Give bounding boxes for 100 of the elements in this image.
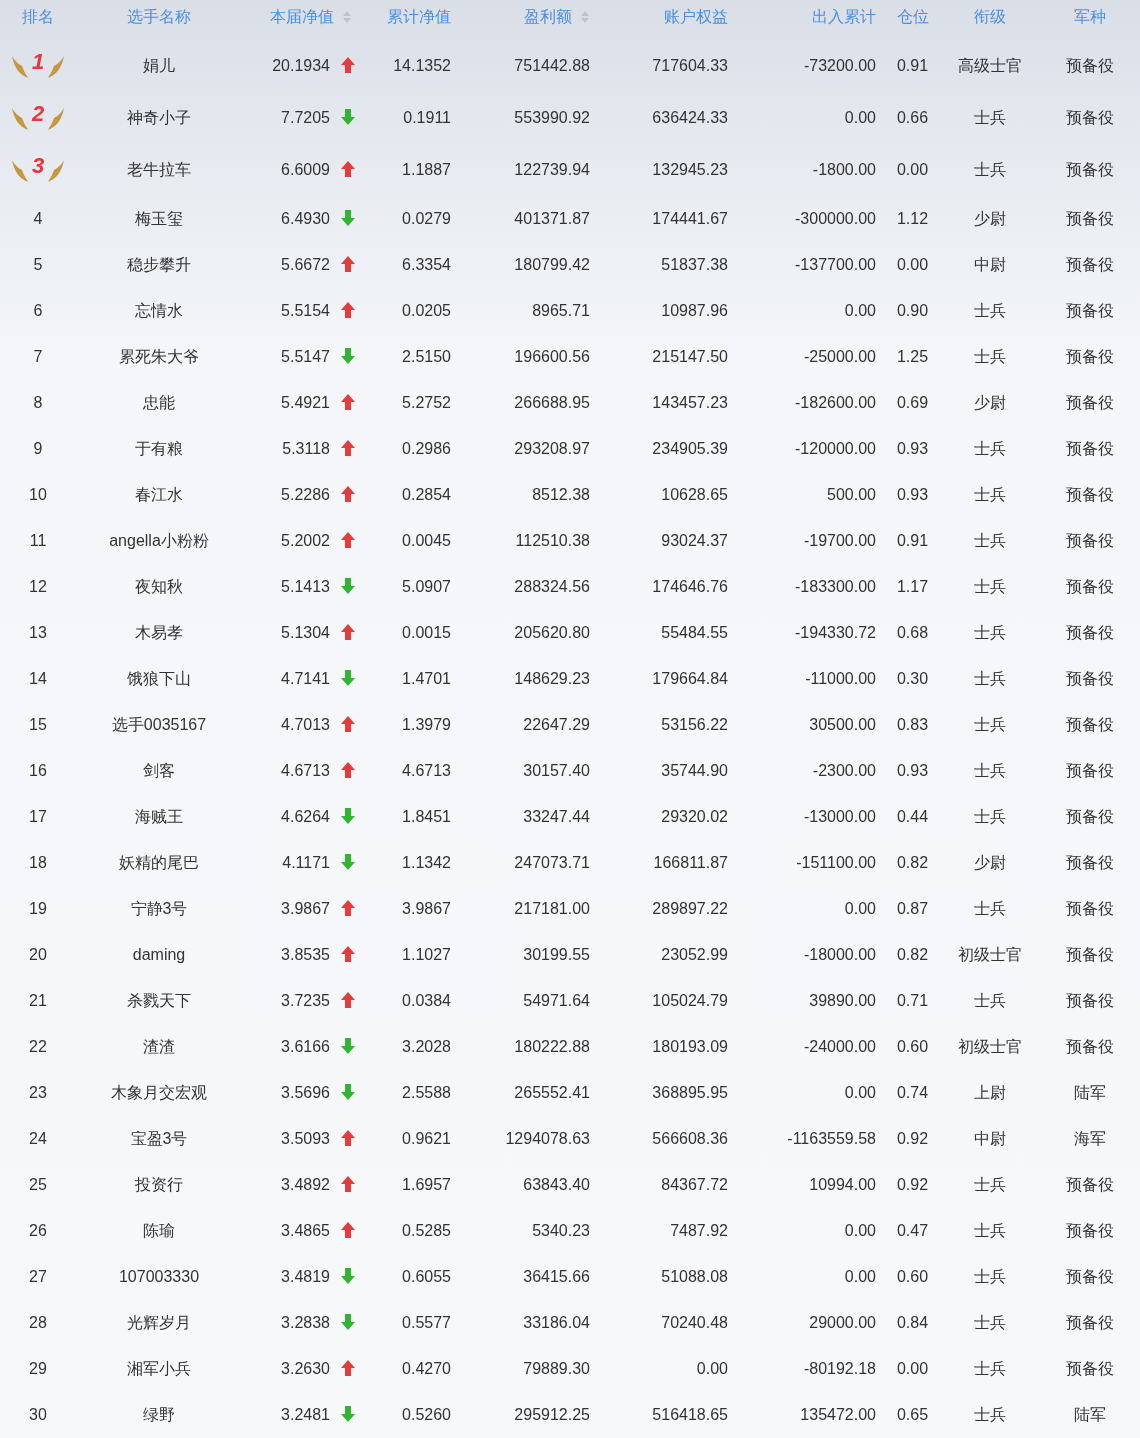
table-cell: 0.66 bbox=[896, 109, 929, 127]
table-cell: 0.6055 bbox=[402, 1268, 451, 1286]
table-cell: -11000.00 bbox=[805, 670, 876, 688]
table-cell: 0.0279 bbox=[402, 210, 451, 228]
table-cell: 55484.55 bbox=[661, 624, 728, 642]
table-cell-text: 少尉 bbox=[974, 208, 1006, 229]
rank-number: 18 bbox=[29, 854, 47, 872]
table-cell-text: 预备役 bbox=[1066, 852, 1114, 873]
rank-number: 19 bbox=[29, 900, 47, 918]
player-name: 夜知秋 bbox=[135, 576, 183, 597]
table-cell: 0.93 bbox=[896, 762, 929, 780]
table-cell: 54971.64 bbox=[523, 992, 590, 1010]
table-cell: 0.87 bbox=[896, 900, 929, 918]
table-cell: 553990.92 bbox=[514, 109, 590, 127]
table-cell: 79889.30 bbox=[523, 1360, 590, 1378]
player-name: 湘军小兵 bbox=[127, 1358, 191, 1379]
player-name: 累死朱大爷 bbox=[119, 346, 199, 367]
table-cell-text: 士兵 bbox=[974, 1266, 1006, 1287]
table-cell: 0.30 bbox=[896, 670, 929, 688]
table-cell: 0.44 bbox=[896, 808, 929, 826]
table-cell: 0.92 bbox=[896, 1176, 929, 1194]
table-cell: 7.7205 bbox=[281, 109, 330, 127]
table-cell-text: 预备役 bbox=[1066, 55, 1114, 76]
player-name: 海贼王 bbox=[135, 806, 183, 827]
table-cell: 36415.66 bbox=[523, 1268, 590, 1286]
table-cell: 0.00 bbox=[896, 256, 929, 274]
table-cell-text: 预备役 bbox=[1066, 392, 1114, 413]
table-cell: 1.8451 bbox=[402, 808, 451, 826]
table-cell: 1.1342 bbox=[402, 854, 451, 872]
table-cell: 0.9621 bbox=[402, 1130, 451, 1148]
table-cell: 3.2630 bbox=[281, 1360, 330, 1378]
player-name: 投资行 bbox=[135, 1174, 183, 1195]
table-cell-text: 士兵 bbox=[974, 438, 1006, 459]
table-cell: 5.4921 bbox=[281, 394, 330, 412]
table-cell-text: 士兵 bbox=[974, 107, 1006, 128]
table-cell: 6.6009 bbox=[281, 161, 330, 179]
table-cell-text: 预备役 bbox=[1066, 622, 1114, 643]
table-cell: 0.82 bbox=[896, 946, 929, 964]
table-cell: 0.83 bbox=[896, 716, 929, 734]
column-header: 仓位 bbox=[896, 6, 929, 27]
sort-icon[interactable] bbox=[580, 10, 590, 24]
table-cell: 1.6957 bbox=[402, 1176, 451, 1194]
rank-number: 30 bbox=[29, 1406, 47, 1424]
table-cell: 1.25 bbox=[896, 348, 929, 366]
table-cell: 1.1027 bbox=[402, 946, 451, 964]
player-name: 忘情水 bbox=[135, 300, 183, 321]
table-cell: 205620.80 bbox=[514, 624, 590, 642]
table-cell: 401371.87 bbox=[514, 210, 590, 228]
table-cell-text: 预备役 bbox=[1066, 208, 1114, 229]
table-cell-text: 士兵 bbox=[974, 990, 1006, 1011]
table-cell: 0.5285 bbox=[402, 1222, 451, 1240]
rank-number: 10 bbox=[29, 486, 47, 504]
column-header: 衔级 bbox=[974, 6, 1006, 27]
rank-number: 27 bbox=[29, 1268, 47, 1286]
table-cell-text: 中尉 bbox=[974, 1128, 1006, 1149]
table-cell-text: 士兵 bbox=[974, 668, 1006, 689]
table-cell: 5340.23 bbox=[532, 1222, 590, 1240]
table-cell-text: 预备役 bbox=[1066, 1174, 1114, 1195]
column-header: 排名 bbox=[22, 6, 54, 27]
table-cell: 30157.40 bbox=[523, 762, 590, 780]
table-cell-text: 预备役 bbox=[1066, 1312, 1114, 1333]
table-cell: -24000.00 bbox=[803, 1038, 876, 1056]
table-cell: 0.91 bbox=[896, 57, 929, 75]
rank-number: 13 bbox=[29, 624, 47, 642]
rank-number: 17 bbox=[29, 808, 47, 826]
table-cell: 0.74 bbox=[896, 1084, 929, 1102]
table-cell-text: 预备役 bbox=[1066, 760, 1114, 781]
table-cell-text: 预备役 bbox=[1066, 806, 1114, 827]
table-cell: 39890.00 bbox=[809, 992, 876, 1010]
column-header[interactable]: 本届净值 bbox=[270, 6, 352, 28]
table-cell: 5.1413 bbox=[281, 578, 330, 596]
table-cell: 23052.99 bbox=[661, 946, 728, 964]
table-cell: 7487.92 bbox=[670, 1222, 728, 1240]
table-cell-text: 士兵 bbox=[974, 346, 1006, 367]
rank-number: 22 bbox=[29, 1038, 47, 1056]
table-cell-text: 少尉 bbox=[974, 392, 1006, 413]
table-cell: 293208.97 bbox=[514, 440, 590, 458]
table-cell: 180799.42 bbox=[514, 256, 590, 274]
table-cell: 0.00 bbox=[844, 900, 876, 918]
table-cell: 0.90 bbox=[896, 302, 929, 320]
table-cell: 1.4701 bbox=[402, 670, 451, 688]
table-cell: 1.3979 bbox=[402, 716, 451, 734]
rank-number: 26 bbox=[29, 1222, 47, 1240]
rank-number: 8 bbox=[33, 394, 43, 412]
table-cell: 0.91 bbox=[896, 532, 929, 550]
table-cell: -73200.00 bbox=[803, 57, 876, 75]
column-header[interactable]: 盈利额 bbox=[524, 6, 590, 28]
table-cell: 3.2838 bbox=[281, 1314, 330, 1332]
table-cell: 288324.56 bbox=[514, 578, 590, 596]
table-cell: 180193.09 bbox=[652, 1038, 728, 1056]
table-cell: 0.82 bbox=[896, 854, 929, 872]
table-cell: 33247.44 bbox=[523, 808, 590, 826]
rank-number: 25 bbox=[29, 1176, 47, 1194]
sort-icon[interactable] bbox=[342, 10, 352, 24]
table-cell: 0.0205 bbox=[402, 302, 451, 320]
table-cell: -1163559.58 bbox=[787, 1130, 876, 1148]
table-cell: 5.0907 bbox=[402, 578, 451, 596]
table-cell-text: 士兵 bbox=[974, 1404, 1006, 1425]
table-cell: 10628.65 bbox=[661, 486, 728, 504]
table-cell-text: 士兵 bbox=[974, 806, 1006, 827]
